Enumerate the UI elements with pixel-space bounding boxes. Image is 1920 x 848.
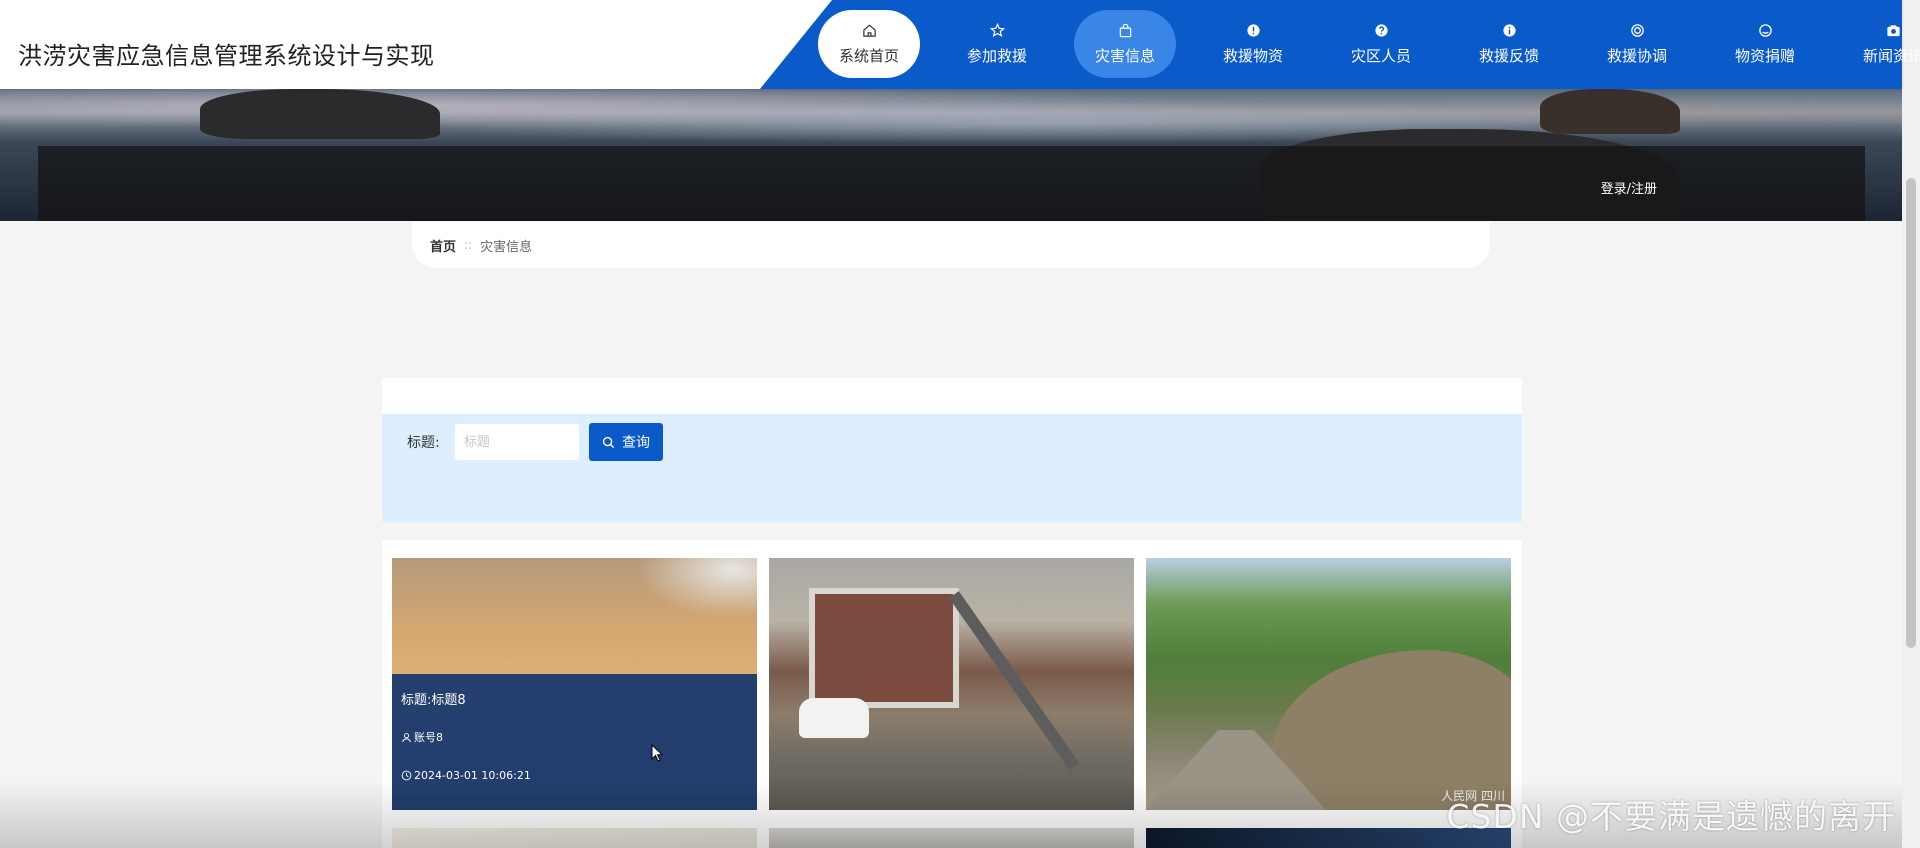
- banner-rock: [200, 89, 440, 139]
- card-time-text: 2024-03-01 10:06:21: [414, 769, 531, 782]
- nav-item-affected-people[interactable]: 灾区人员: [1330, 10, 1432, 78]
- car-shape: [799, 698, 869, 738]
- disaster-card[interactable]: 标题:标题8 账号8 2024-03-01 10:06:21: [392, 558, 757, 810]
- card-title: 标题:标题8: [401, 693, 466, 708]
- panel-header: [382, 378, 1522, 414]
- smile-icon: [1757, 23, 1773, 39]
- csdn-watermark: CSDN @不要满是遗憾的离开: [1446, 797, 1896, 836]
- main-nav: 系统首页 参加救援 灾害信息 救援物资 灾区人员 救援反馈 救援协调 物资捐赠 …: [818, 10, 1920, 78]
- search-icon: [602, 436, 615, 448]
- disaster-card-partial[interactable]: [769, 828, 1134, 848]
- nav-label: 救援协调: [1606, 46, 1667, 65]
- search-label: 标题:: [407, 435, 440, 451]
- banner-rock: [1540, 89, 1680, 134]
- title-search-input[interactable]: [454, 423, 580, 461]
- search-button-label: 查询: [622, 435, 650, 451]
- disaster-card[interactable]: 人民网 四川: [1146, 558, 1511, 810]
- home-icon: [861, 23, 877, 39]
- top-header: 洪涝灾害应急信息管理系统设计与实现 系统首页 参加救援 灾害信息 救援物资 灾区…: [0, 0, 1920, 89]
- hero-banner: 登录/注册: [0, 89, 1902, 221]
- card-image-landslide: 人民网 四川: [1146, 558, 1511, 810]
- disaster-card-partial[interactable]: [392, 828, 757, 848]
- star-icon: [989, 23, 1005, 39]
- nav-label: 新闻资讯: [1862, 46, 1920, 65]
- question-icon: [1373, 23, 1389, 39]
- pole-shape: [949, 591, 1080, 771]
- alert-icon: [1245, 23, 1261, 39]
- breadcrumb-separator: ::: [464, 238, 473, 252]
- scrollbar-thumb[interactable]: [1906, 178, 1916, 648]
- bag-icon: [1117, 23, 1133, 39]
- info-icon: [1501, 23, 1517, 39]
- login-register-link[interactable]: 登录/注册: [1601, 178, 1657, 197]
- search-button[interactable]: 查询: [589, 423, 663, 461]
- nav-item-rescue-feedback[interactable]: 救援反馈: [1458, 10, 1560, 78]
- nav-label: 灾区人员: [1350, 46, 1411, 65]
- site-title: 洪涝灾害应急信息管理系统设计与实现: [18, 42, 435, 70]
- nav-label: 物资捐赠: [1734, 46, 1795, 65]
- card-info-overlay: 标题:标题8 账号8 2024-03-01 10:06:21: [392, 674, 757, 810]
- camera-icon: [1885, 23, 1901, 39]
- nav-item-donations[interactable]: 物资捐赠: [1714, 10, 1816, 78]
- nav-item-disaster-info[interactable]: 灾害信息: [1074, 10, 1176, 78]
- clock-icon: [401, 770, 412, 781]
- nav-item-news[interactable]: 新闻资讯: [1842, 10, 1920, 78]
- nav-item-join-rescue[interactable]: 参加救援: [946, 10, 1048, 78]
- page-scrollbar[interactable]: [1902, 0, 1920, 848]
- nav-label: 救援反馈: [1478, 46, 1539, 65]
- nav-item-rescue-supplies[interactable]: 救援物资: [1202, 10, 1304, 78]
- disaster-card-list: 标题:标题8 账号8 2024-03-01 10:06:21 人民网 四川: [382, 540, 1522, 848]
- nav-label: 灾害信息: [1094, 46, 1155, 65]
- search-panel: 标题: 查询: [382, 414, 1522, 522]
- landslide-mound: [1271, 650, 1511, 810]
- nav-label: 参加救援: [966, 46, 1027, 65]
- user-icon: [402, 732, 411, 742]
- house-shape: [809, 588, 959, 708]
- card-account: 账号8: [401, 729, 443, 745]
- login-bar: 登录/注册: [38, 146, 1865, 221]
- card-time: 2024-03-01 10:06:21: [401, 769, 531, 782]
- nav-item-rescue-coordination[interactable]: 救援协调: [1586, 10, 1688, 78]
- disaster-card[interactable]: [769, 558, 1134, 810]
- nav-label: 救援物资: [1222, 46, 1283, 65]
- breadcrumb: 首页 :: 灾害信息: [412, 222, 1490, 268]
- nav-label: 系统首页: [838, 46, 899, 65]
- breadcrumb-home[interactable]: 首页: [430, 236, 456, 255]
- card-image-earthquake-house: [769, 558, 1134, 810]
- breadcrumb-current: 灾害信息: [480, 239, 533, 255]
- mouse-cursor-icon: [651, 744, 663, 762]
- nav-item-home[interactable]: 系统首页: [818, 10, 920, 78]
- card-account-text: 账号8: [414, 731, 443, 744]
- target-icon: [1629, 23, 1645, 39]
